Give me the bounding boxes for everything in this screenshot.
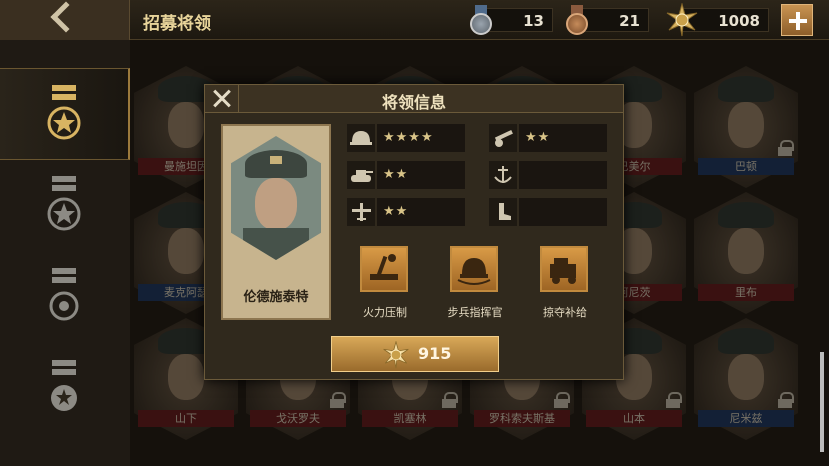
recruit-button[interactable]: 915 xyxy=(331,336,499,372)
close-button[interactable] xyxy=(205,85,239,113)
boot-icon xyxy=(499,203,511,220)
tab-general-rank-3[interactable] xyxy=(0,252,130,344)
add-currency-button[interactable] xyxy=(781,4,813,36)
gold-star-medal-icon xyxy=(383,341,409,369)
silver-medal-icon xyxy=(468,5,494,35)
bronze-medal-icon xyxy=(564,5,590,35)
fire-suppression-icon xyxy=(370,254,398,280)
navy-anchor-icon xyxy=(494,166,512,183)
general-rank-3-icon xyxy=(49,268,79,321)
skill-label: 步兵指挥官 xyxy=(447,306,503,319)
artillery-icon xyxy=(494,129,513,147)
gold-star-medal-icon xyxy=(666,3,698,37)
gold-medal-counter: 1008 xyxy=(666,3,769,37)
scrollbar[interactable] xyxy=(820,352,824,452)
general-portrait xyxy=(231,136,321,260)
plunder-supply-icon xyxy=(550,258,576,284)
bronze-medal-value: 21 xyxy=(619,12,640,30)
back-arrow-icon xyxy=(50,1,82,33)
general-rank-1-icon xyxy=(47,85,81,140)
aircraft-icon xyxy=(352,203,371,221)
bronze-medal-counter: 21 xyxy=(566,5,649,35)
tab-general-rank-1[interactable] xyxy=(0,68,130,160)
recruit-cost: 915 xyxy=(418,344,452,363)
page-title: 招募将领 xyxy=(143,14,211,34)
dialog-title: 将领信息 xyxy=(381,93,446,112)
general-rank-2-icon xyxy=(47,176,81,231)
general-name: 伦德施泰特 xyxy=(243,290,309,305)
tab-general-rank-2[interactable] xyxy=(0,160,130,252)
general-portrait-card: 伦德施泰特 xyxy=(221,124,331,320)
tank-stars: ★★ xyxy=(383,167,409,182)
tab-general-rank-4[interactable] xyxy=(0,344,130,436)
dialog-header: 将领信息 xyxy=(205,85,623,113)
skill-label: 火力压制 xyxy=(363,306,407,319)
general-rank-4-icon xyxy=(51,360,77,411)
infantry-stars: ★★★★ xyxy=(383,130,434,145)
infantry-commander-icon xyxy=(457,258,491,285)
artillery-stars: ★★ xyxy=(525,130,551,145)
skill-label: 掠夺补给 xyxy=(543,306,587,319)
silver-medal-value: 13 xyxy=(523,12,544,30)
back-button[interactable] xyxy=(0,0,130,40)
silver-medal-counter: 13 xyxy=(470,5,553,35)
general-info-dialog: 将领信息 伦德施泰特 ★★★★ ★★ ★★ ★★ 火力压制 步兵指挥官 掠夺补给… xyxy=(204,84,624,380)
tank-icon xyxy=(351,170,373,182)
gold-medal-value: 1008 xyxy=(718,12,760,30)
top-bar: 招募将领 13 21 1008 xyxy=(0,0,829,40)
infantry-helmet-icon xyxy=(350,131,372,145)
aircraft-stars: ★★ xyxy=(383,204,409,219)
